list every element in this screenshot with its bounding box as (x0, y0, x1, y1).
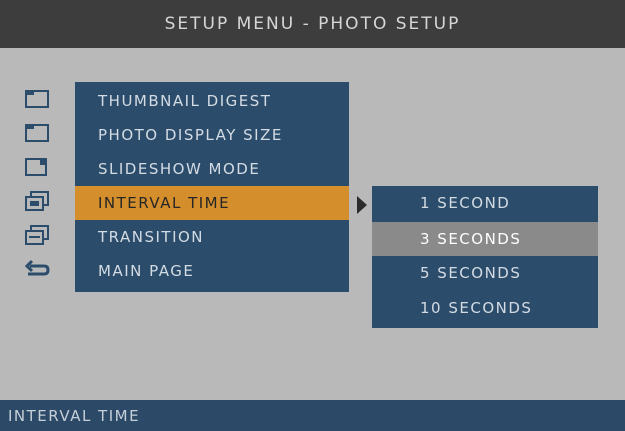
option-label: 5 SECONDS (420, 264, 522, 282)
status-text: INTERVAL TIME (8, 406, 141, 425)
page-title: SETUP MENU - PHOTO SETUP (164, 14, 461, 34)
menu-item-label: PHOTO DISPLAY SIZE (98, 126, 283, 144)
menu-item-label: THUMBNAIL DIGEST (98, 92, 272, 110)
return-icon (24, 259, 50, 276)
menu-item-thumbnail-digest[interactable]: THUMBNAIL DIGEST (75, 84, 349, 118)
option-label: 1 SECOND (420, 194, 511, 212)
menu-item-label: SLIDESHOW MODE (98, 160, 261, 178)
menu-item-label: INTERVAL TIME (98, 194, 231, 212)
status-bar: INTERVAL TIME (0, 400, 625, 431)
title-bar: SETUP MENU - PHOTO SETUP (0, 0, 625, 48)
option-1-second[interactable]: 1 SECOND (372, 186, 598, 220)
thumbnail-icon (25, 90, 49, 108)
option-3-seconds[interactable]: 3 SECONDS (372, 222, 598, 256)
menu-item-transition[interactable]: TRANSITION (75, 220, 349, 254)
menu-item-photo-display-size[interactable]: PHOTO DISPLAY SIZE (75, 118, 349, 152)
interval-icon (25, 191, 49, 211)
menu-item-interval-time[interactable]: INTERVAL TIME (75, 186, 349, 220)
menu-item-slideshow-mode[interactable]: SLIDESHOW MODE (75, 152, 349, 186)
menu-item-label: MAIN PAGE (98, 262, 195, 280)
menu-item-main-page[interactable]: MAIN PAGE (75, 254, 349, 288)
option-label: 10 SECONDS (420, 299, 533, 317)
option-label: 3 SECONDS (420, 230, 522, 248)
option-10-seconds[interactable]: 10 SECONDS (372, 291, 598, 325)
transition-icon (25, 225, 49, 245)
option-5-seconds[interactable]: 5 SECONDS (372, 256, 598, 290)
submenu-arrow-icon (357, 196, 367, 214)
slideshow-icon (25, 158, 47, 176)
display-size-icon (25, 124, 49, 142)
menu-item-label: TRANSITION (98, 228, 205, 246)
